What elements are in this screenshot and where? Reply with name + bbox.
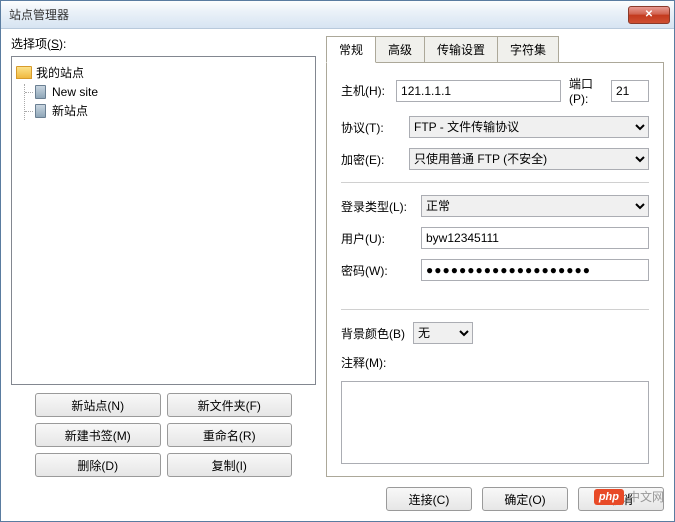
password-input[interactable] (421, 259, 649, 281)
watermark-text: 中文网 (628, 488, 664, 505)
password-label: 密码(W): (341, 262, 413, 279)
rename-button[interactable]: 重命名(R) (167, 423, 293, 447)
protocol-label: 协议(T): (341, 119, 401, 136)
left-panel: 选择项(S): 我的站点 New site 新站点 (11, 35, 316, 477)
dialog-body: 选择项(S): 我的站点 New site 新站点 (1, 29, 674, 521)
site-tree[interactable]: 我的站点 New site 新站点 (11, 56, 316, 385)
bgcolor-label: 背景颜色(B) (341, 325, 405, 342)
site-manager-window: 站点管理器 ✕ 选择项(S): 我的站点 (0, 0, 675, 522)
titlebar: 站点管理器 ✕ (1, 1, 674, 29)
bottom-bar: 连接(C) 确定(O) 取消 (11, 477, 664, 511)
tree-root[interactable]: 我的站点 (16, 63, 311, 82)
delete-button[interactable]: 删除(D) (35, 453, 161, 477)
window-title: 站点管理器 (9, 6, 628, 23)
tree-item-label: 新站点 (52, 102, 88, 119)
copy-button[interactable]: 复制(I) (167, 453, 293, 477)
connect-button[interactable]: 连接(C) (386, 487, 472, 511)
host-label: 主机(H): (341, 82, 388, 99)
bgcolor-select[interactable]: 无 (413, 322, 473, 344)
tree-children: New site 新站点 (24, 84, 311, 120)
port-input[interactable] (611, 80, 649, 102)
row-password: 密码(W): (341, 259, 649, 281)
close-button[interactable]: ✕ (628, 6, 670, 24)
new-site-button[interactable]: 新站点(N) (35, 393, 161, 417)
tabs: 常规 高级 传输设置 字符集 (326, 36, 664, 63)
host-input[interactable] (396, 80, 561, 102)
row-bgcolor: 背景颜色(B) 无 (341, 322, 649, 344)
tab-charset[interactable]: 字符集 (497, 36, 559, 63)
row-logon-type: 登录类型(L): 正常 (341, 195, 649, 217)
watermark: php 中文网 (594, 488, 664, 505)
tree-item-xin-zhandian[interactable]: 新站点 (35, 101, 311, 120)
ok-button[interactable]: 确定(O) (482, 487, 568, 511)
tree-root-label: 我的站点 (36, 64, 84, 81)
tab-content-general: 主机(H): 端口(P): 协议(T): FTP - 文件传输协议 加密(E): (326, 62, 664, 477)
right-panel: 常规 高级 传输设置 字符集 主机(H): 端口(P): 协议(T): (326, 35, 664, 477)
row-host: 主机(H): 端口(P): (341, 75, 649, 106)
tree-item-label: New site (52, 85, 98, 99)
tree-item-new-site[interactable]: New site (35, 84, 311, 100)
row-protocol: 协议(T): FTP - 文件传输协议 (341, 116, 649, 138)
tab-general[interactable]: 常规 (326, 36, 376, 63)
notes-label: 注释(M): (341, 354, 649, 371)
server-icon (35, 104, 46, 118)
main-split: 选择项(S): 我的站点 New site 新站点 (11, 35, 664, 477)
encryption-label: 加密(E): (341, 151, 401, 168)
site-buttons: 新站点(N) 新文件夹(F) 新建书签(M) 重命名(R) 删除(D) 复制(I… (11, 393, 316, 477)
tab-transfer[interactable]: 传输设置 (424, 36, 498, 63)
divider (341, 182, 649, 183)
row-encryption: 加密(E): 只使用普通 FTP (不安全) (341, 148, 649, 170)
notes-textarea[interactable] (341, 381, 649, 464)
encryption-select[interactable]: 只使用普通 FTP (不安全) (409, 148, 649, 170)
tab-advanced[interactable]: 高级 (375, 36, 425, 63)
new-folder-button[interactable]: 新文件夹(F) (167, 393, 293, 417)
user-label: 用户(U): (341, 230, 413, 247)
new-bookmark-button[interactable]: 新建书签(M) (35, 423, 161, 447)
server-icon (35, 85, 46, 99)
logon-type-label: 登录类型(L): (341, 198, 413, 215)
user-input[interactable] (421, 227, 649, 249)
select-entry-label: 选择项(S): (11, 35, 316, 52)
folder-icon (16, 66, 32, 79)
close-icon: ✕ (645, 9, 653, 20)
row-user: 用户(U): (341, 227, 649, 249)
logon-type-select[interactable]: 正常 (421, 195, 649, 217)
port-label: 端口(P): (569, 75, 603, 106)
watermark-badge: php (594, 489, 624, 505)
protocol-select[interactable]: FTP - 文件传输协议 (409, 116, 649, 138)
divider (341, 309, 649, 310)
